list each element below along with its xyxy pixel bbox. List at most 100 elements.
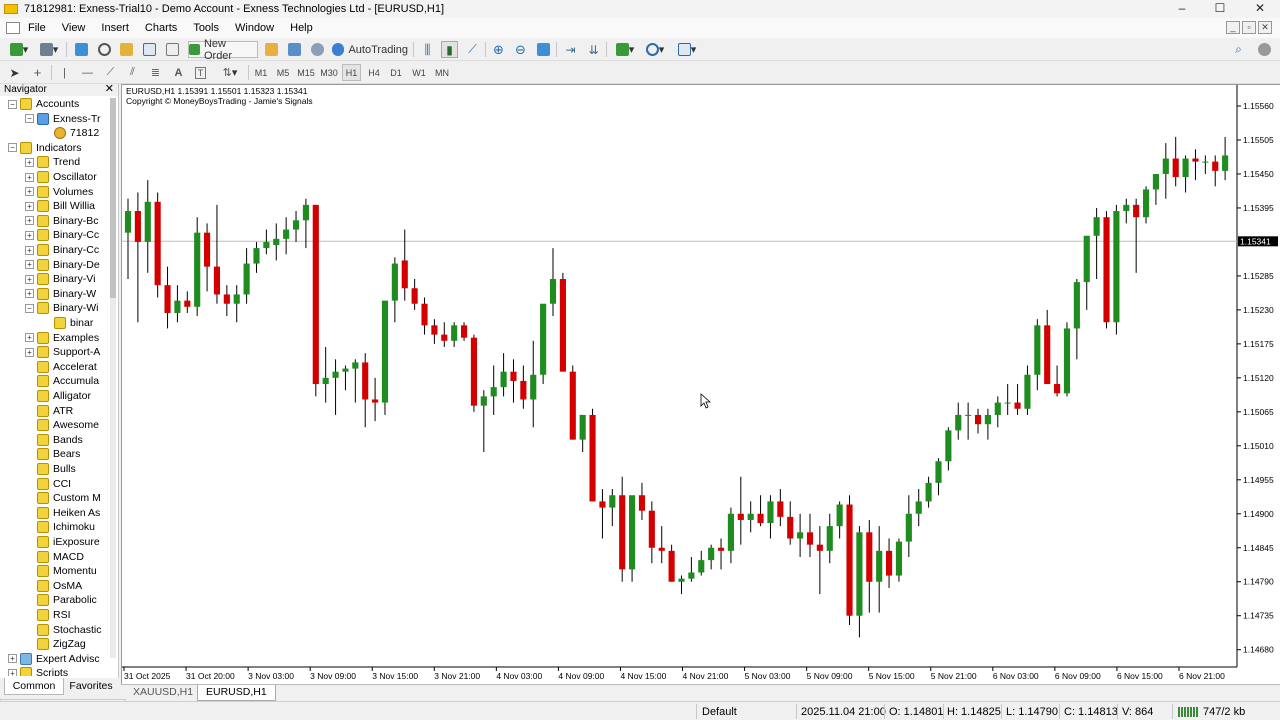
menu-tools[interactable]: Tools [185,18,227,38]
expand-toggle-icon[interactable]: + [25,333,34,343]
navigator-item[interactable]: + Examples [25,331,99,345]
expand-toggle-icon[interactable]: + [25,201,34,211]
timeframe-d1[interactable]: D1 [387,64,405,81]
metaeditor-button[interactable] [263,41,280,58]
navigator-item[interactable]: Awesome [25,418,99,432]
chart-tab-xauusd[interactable]: XAUUSD,H1 [125,685,201,701]
expand-toggle-icon[interactable]: + [25,230,34,240]
autotrading-button[interactable]: AutoTrading [332,41,408,58]
expand-toggle-icon[interactable]: + [25,216,34,226]
navigator-item[interactable]: MACD [25,550,84,564]
navigator-item[interactable]: OsMA [25,579,82,593]
navigator-item[interactable]: + Scripts [8,666,68,676]
navigator-item[interactable]: + Binary-Bc [25,214,99,228]
navigator-item[interactable]: − Indicators [8,141,82,155]
navigator-item[interactable]: + Support-A [25,345,100,359]
menu-insert[interactable]: Insert [93,18,137,38]
navigator-item[interactable]: Accumula [25,374,99,388]
periods-button[interactable]: ▾ [642,41,668,58]
minimize-button[interactable]: – [1162,0,1202,18]
channel-button[interactable]: ⫽ [124,64,141,81]
mdi-minimize-icon[interactable]: _ [1226,21,1240,34]
navigator-item[interactable]: ATR [25,404,73,418]
navigator-item[interactable]: Momentu [25,564,97,578]
expand-toggle-icon[interactable]: + [8,668,17,676]
navigator-close-icon[interactable]: ✕ [105,84,114,95]
chart-tab-eurusd[interactable]: EURUSD,H1 [197,685,276,701]
text-button[interactable]: A [170,64,187,81]
menu-help[interactable]: Help [282,18,321,38]
expand-toggle-icon[interactable]: + [25,245,34,255]
horizontal-line-button[interactable]: — [79,64,96,81]
tab-common[interactable]: Common [4,678,64,695]
expand-toggle-icon[interactable]: + [25,274,34,284]
autoscroll-button[interactable]: ⇊ [585,41,602,58]
new-order-button[interactable]: New Order [188,38,258,62]
navigator-item[interactable]: Heiken As [25,506,100,520]
account-button[interactable] [1256,41,1273,58]
timeframe-m15[interactable]: M15 [296,64,316,81]
expand-toggle-icon[interactable]: + [25,347,34,357]
chart-shift-button[interactable]: ⇥ [562,41,579,58]
profiles-button[interactable]: ▾ [36,41,62,58]
navigator-button[interactable] [118,41,135,58]
vertical-line-button[interactable]: | [56,64,73,81]
navigator-item[interactable]: + Trend [25,155,80,169]
navigator-item[interactable]: Bulls [25,462,76,476]
timeframe-m1[interactable]: M1 [252,64,270,81]
indicators-button[interactable]: ▾ [612,41,638,58]
timeframe-mn[interactable]: MN [432,64,452,81]
search-button[interactable]: ⌕ [1230,41,1247,58]
navigator-item[interactable]: + Binary-Cc [25,243,99,257]
navigator-item[interactable]: − Exness-Tr [25,112,100,126]
timeframe-h1[interactable]: H1 [342,64,361,81]
data-window-button[interactable] [96,41,113,58]
navigator-item[interactable]: 71812 [42,126,99,140]
line-chart-button[interactable]: ⟋ [464,41,481,58]
zoom-out-button[interactable]: ⊖ [512,41,529,58]
navigator-item[interactable]: Accelerat [25,360,97,374]
templates-button[interactable]: ▾ [674,41,700,58]
navigator-item[interactable]: Ichimoku [25,520,95,534]
expand-toggle-icon[interactable]: + [25,187,34,197]
market-button[interactable] [309,41,326,58]
expand-toggle-icon[interactable]: + [8,654,17,664]
expand-toggle-icon[interactable]: − [8,99,17,109]
menu-view[interactable]: View [54,18,94,38]
navigator-item[interactable]: Bears [25,447,80,461]
mdi-close-icon[interactable]: ✕ [1258,21,1272,34]
cursor-button[interactable]: ➤ [6,64,23,81]
navigator-item[interactable]: CCI [25,477,71,491]
expand-toggle-icon[interactable]: + [25,157,34,167]
expand-toggle-icon[interactable]: + [25,289,34,299]
expand-toggle-icon[interactable]: + [25,260,34,270]
navigator-item[interactable]: binar [42,316,93,330]
expand-toggle-icon[interactable]: − [25,114,34,124]
text-label-button[interactable]: T [192,64,209,81]
timeframe-m5[interactable]: M5 [274,64,292,81]
navigator-item[interactable]: ZigZag [25,637,86,651]
new-chart-button[interactable]: ▾ [6,41,32,58]
zoom-in-button[interactable]: ⊕ [490,41,507,58]
crosshair-button[interactable]: + [29,64,46,81]
timeframe-m30[interactable]: M30 [319,64,339,81]
navigator-item[interactable]: Bands [25,433,83,447]
bar-chart-button[interactable]: ⫼ [419,41,436,58]
navigator-item[interactable]: Stochastic [25,623,101,637]
navigator-item[interactable]: RSI [25,608,71,622]
candlestick-chart-button[interactable]: ▮ [441,41,458,58]
expand-toggle-icon[interactable]: + [25,172,34,182]
navigator-item[interactable]: + Binary-Vi [25,272,95,286]
terminal-button[interactable] [141,41,158,58]
trendline-button[interactable]: ⟋ [102,64,119,81]
fibonacci-button[interactable]: ≣ [147,64,164,81]
navigator-item[interactable]: + Oscillator [25,170,97,184]
menu-window[interactable]: Window [227,18,282,38]
shapes-button[interactable]: ⇅ ▾ [217,64,243,81]
navigator-item[interactable]: + Binary-W [25,287,96,301]
chart-window[interactable]: 1.15560 1.15505 1.15450 1.15395 1.15285 1.152… [121,84,1280,684]
tab-favorites[interactable]: Favorites [64,678,118,695]
navigator-item[interactable]: + Bill Willia [25,199,95,213]
navigator-item[interactable]: + Binary-De [25,258,100,272]
market-watch-button[interactable] [73,41,90,58]
